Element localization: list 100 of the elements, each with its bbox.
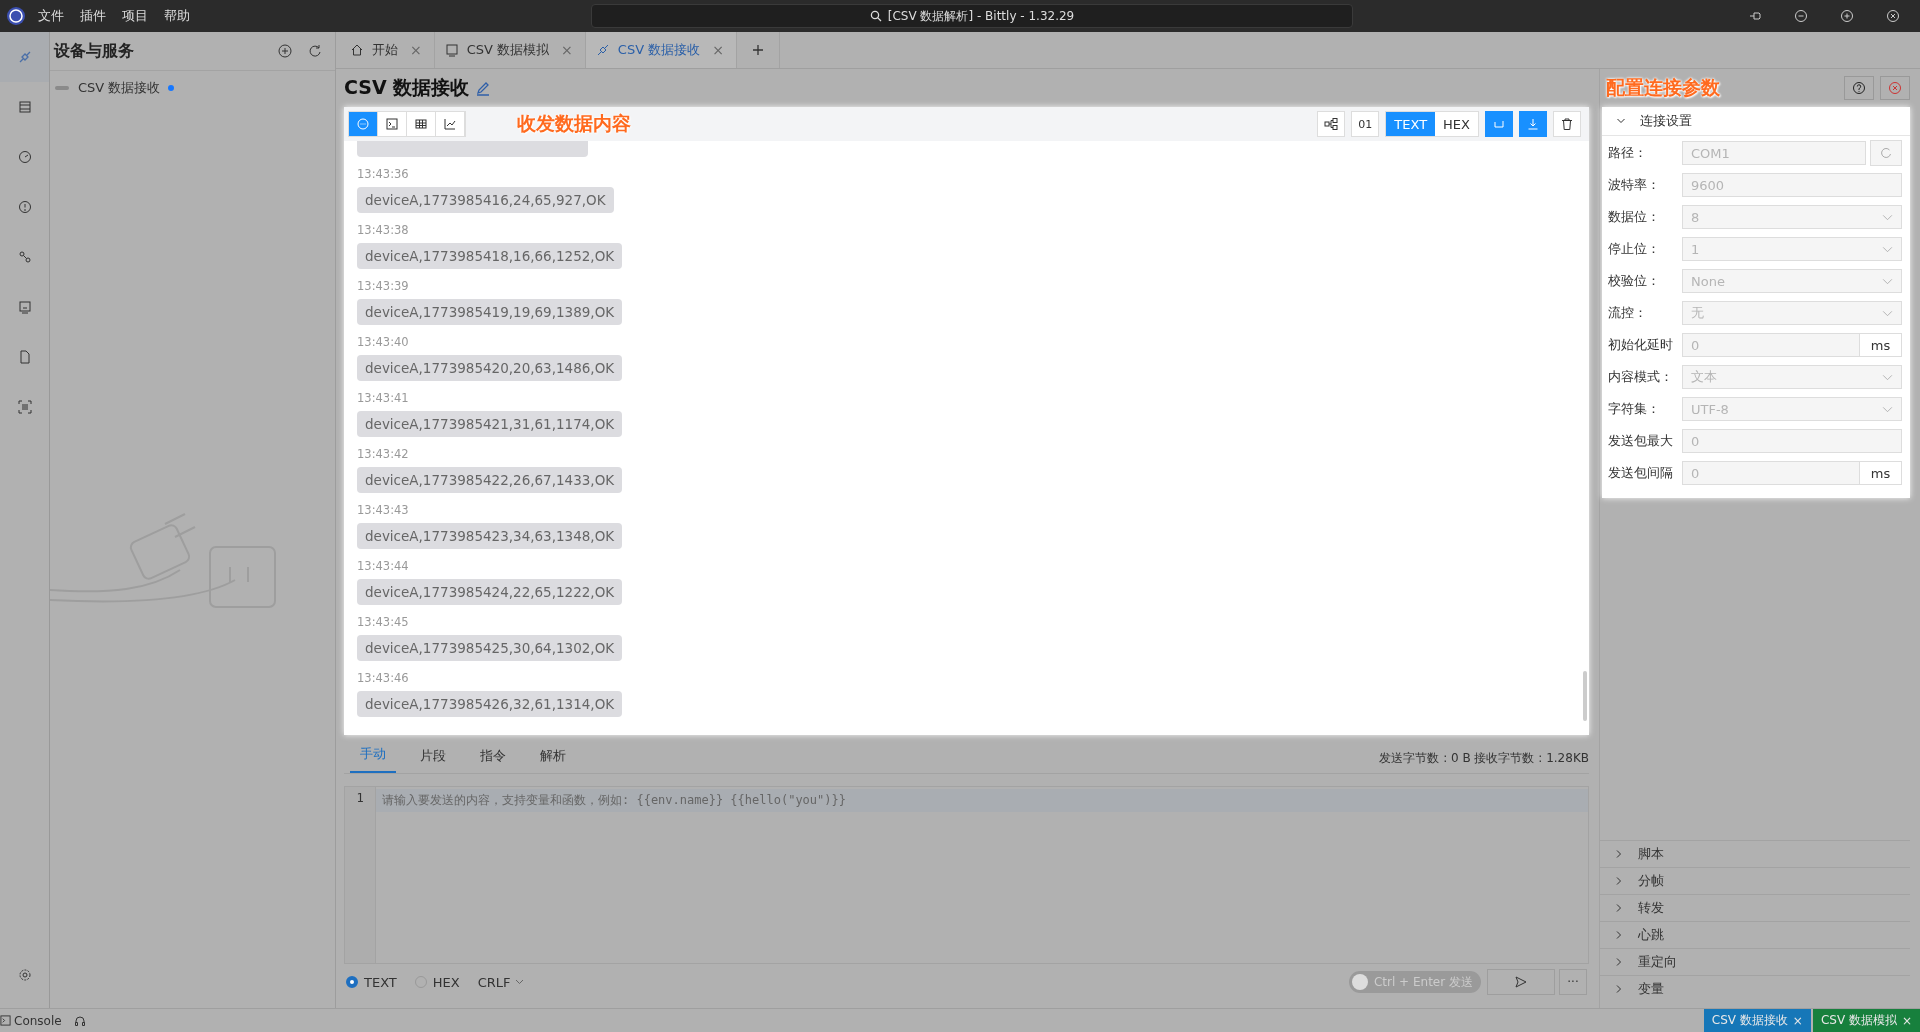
chevron-icon [1614, 957, 1624, 967]
field-label: 发送包最大 [1608, 432, 1674, 450]
auto-scroll-button[interactable] [1519, 111, 1547, 137]
chevron-icon [1614, 903, 1624, 913]
terminal-icon [385, 117, 399, 131]
more-button[interactable]: ··· [1559, 969, 1587, 995]
headset-icon[interactable] [73, 1014, 86, 1027]
share-button[interactable] [1317, 111, 1346, 137]
send-button[interactable] [1487, 969, 1555, 995]
home-icon [350, 43, 364, 57]
scan-icon [16, 399, 33, 415]
field-label: 路径： [1608, 144, 1648, 162]
send-mode-tab[interactable]: 指令 [470, 739, 516, 773]
message-time: 13:43:40 [357, 335, 410, 349]
line-wrap-button[interactable] [1485, 111, 1513, 137]
link-icon [595, 43, 610, 57]
device-list-item[interactable]: CSV 数据接收 [50, 71, 335, 105]
section-header[interactable]: 转发 [1600, 894, 1910, 921]
send-mode-tab[interactable]: 解析 [530, 739, 576, 773]
format-radio[interactable]: HEX [414, 974, 460, 990]
line-ending-dropdown[interactable]: CRLF [477, 974, 524, 990]
refresh-icon[interactable] [307, 43, 323, 59]
radio-circle[interactable] [346, 976, 358, 988]
monitor-icon [16, 299, 33, 315]
menu-item[interactable]: 帮助 [164, 7, 190, 25]
chevron-icon [1614, 930, 1624, 940]
menu-item[interactable]: 插件 [80, 7, 106, 25]
message-time: 13:43:43 [357, 503, 410, 517]
message-bubble: deviceA,1773985423,34,63,1348,OK [357, 523, 623, 549]
console-button[interactable]: Console [0, 1013, 62, 1028]
format-radio[interactable]: TEXT [346, 974, 397, 990]
help-button[interactable] [1844, 76, 1874, 100]
nodes-icon [16, 249, 33, 265]
message-bubble: deviceA,1773985416,24,65,927,OK [357, 187, 614, 213]
chat-view-button[interactable] [349, 112, 378, 136]
line-number: 1 [356, 791, 364, 805]
display-mode-button[interactable]: HEX [1435, 112, 1478, 136]
open-session-tab[interactable]: CSV 数据模拟 × [1812, 1008, 1920, 1032]
message-bubble: deviceA,1773985425,30,64,1302,OK [357, 635, 623, 661]
close-icon[interactable] [1886, 9, 1900, 23]
delete-button[interactable] [1553, 111, 1581, 137]
field-label: 流控： [1608, 304, 1648, 322]
close-button[interactable] [1880, 76, 1910, 100]
editor-tab[interactable]: CSV 数据接收 × [585, 32, 737, 68]
byte-counter: 发送字节数 : 0 B 接收字节数 : 1.28KB [1379, 749, 1589, 767]
edit-icon[interactable] [475, 80, 492, 96]
field-label: 初始化延时 [1608, 336, 1674, 354]
chevron-down-icon [1882, 373, 1893, 381]
field-label: 波特率： [1608, 176, 1661, 194]
editor-placeholder: 请输入要发送的内容，支持变量和函数，例如: {{env.name}} {{hello("you")}} [382, 793, 846, 807]
display-mode-button[interactable]: TEXT [1386, 112, 1436, 136]
editor-tab[interactable]: CSV 数据模拟 × [434, 32, 586, 68]
page-title: CSV 数据接收 [344, 75, 470, 100]
maximize-icon[interactable] [1840, 9, 1854, 23]
table-view-button[interactable] [407, 112, 436, 136]
chat-icon [356, 117, 370, 131]
send-editor[interactable]: 1 请输入要发送的内容，支持变量和函数，例如: {{env.name}} {{hello("you")}} [344, 786, 1589, 964]
send-mode-tab[interactable]: 片段 [410, 739, 456, 773]
menu-item[interactable]: 项目 [122, 7, 148, 25]
refresh-button[interactable] [1870, 140, 1902, 166]
message-time: 13:43:38 [357, 223, 410, 237]
gauge-icon [16, 149, 33, 165]
message-time: 13:43:46 [357, 671, 410, 685]
section-header[interactable]: 脚本 [1600, 840, 1910, 867]
section-header[interactable]: 变量 [1600, 975, 1910, 1002]
message-time: 13:43:39 [357, 279, 410, 293]
chart-icon [443, 117, 457, 131]
close-icon[interactable]: × [1792, 1013, 1803, 1028]
sidebar-title: 设备与服务 [54, 40, 135, 62]
help-icon [1852, 81, 1866, 95]
section-header[interactable]: 连接设置 [1602, 107, 1910, 136]
serial-port-icon [16, 99, 33, 115]
command-search-field[interactable]: [CSV 数据解析] - Bittly - 1.32.29 [591, 4, 1353, 28]
open-session-tab[interactable]: CSV 数据接收 × [1703, 1008, 1811, 1032]
table-icon [414, 117, 428, 131]
message-bubble: deviceA,1773985424,22,65,1222,OK [357, 579, 623, 605]
close-icon[interactable]: × [712, 42, 724, 58]
field-label: 字符集： [1608, 400, 1661, 418]
binary-button[interactable]: 01 [1351, 111, 1380, 137]
section-header[interactable]: 重定向 [1600, 948, 1910, 975]
message-time: 13:43:44 [357, 559, 410, 573]
chevron-down-icon [1882, 309, 1893, 317]
message-bubble: deviceA,1773985422,26,67,1433,OK [357, 467, 623, 493]
editor-tab[interactable]: 开始 × [340, 32, 435, 68]
section-header[interactable]: 心跳 [1600, 921, 1910, 948]
field-label: 内容模式： [1608, 368, 1674, 386]
message-time: 13:43:36 [357, 167, 410, 181]
unit-label: ms [1860, 461, 1902, 485]
menu-item[interactable]: 文件 [38, 7, 64, 25]
tab-label: CSV 数据模拟 [1820, 1012, 1897, 1029]
add-icon[interactable] [277, 43, 293, 59]
annotation-label: 收发数据内容 [517, 111, 631, 136]
message-bubble: deviceA,1773985418,16,66,1252,OK [357, 243, 623, 269]
chevron-icon [1616, 116, 1626, 126]
chevron-icon [1614, 849, 1624, 859]
close-icon[interactable]: × [1901, 1013, 1912, 1028]
minimize-icon[interactable] [1794, 9, 1808, 23]
terminal-icon [0, 1015, 11, 1026]
chevron-icon [1614, 984, 1624, 994]
section-header[interactable]: 分帧 [1600, 867, 1910, 894]
